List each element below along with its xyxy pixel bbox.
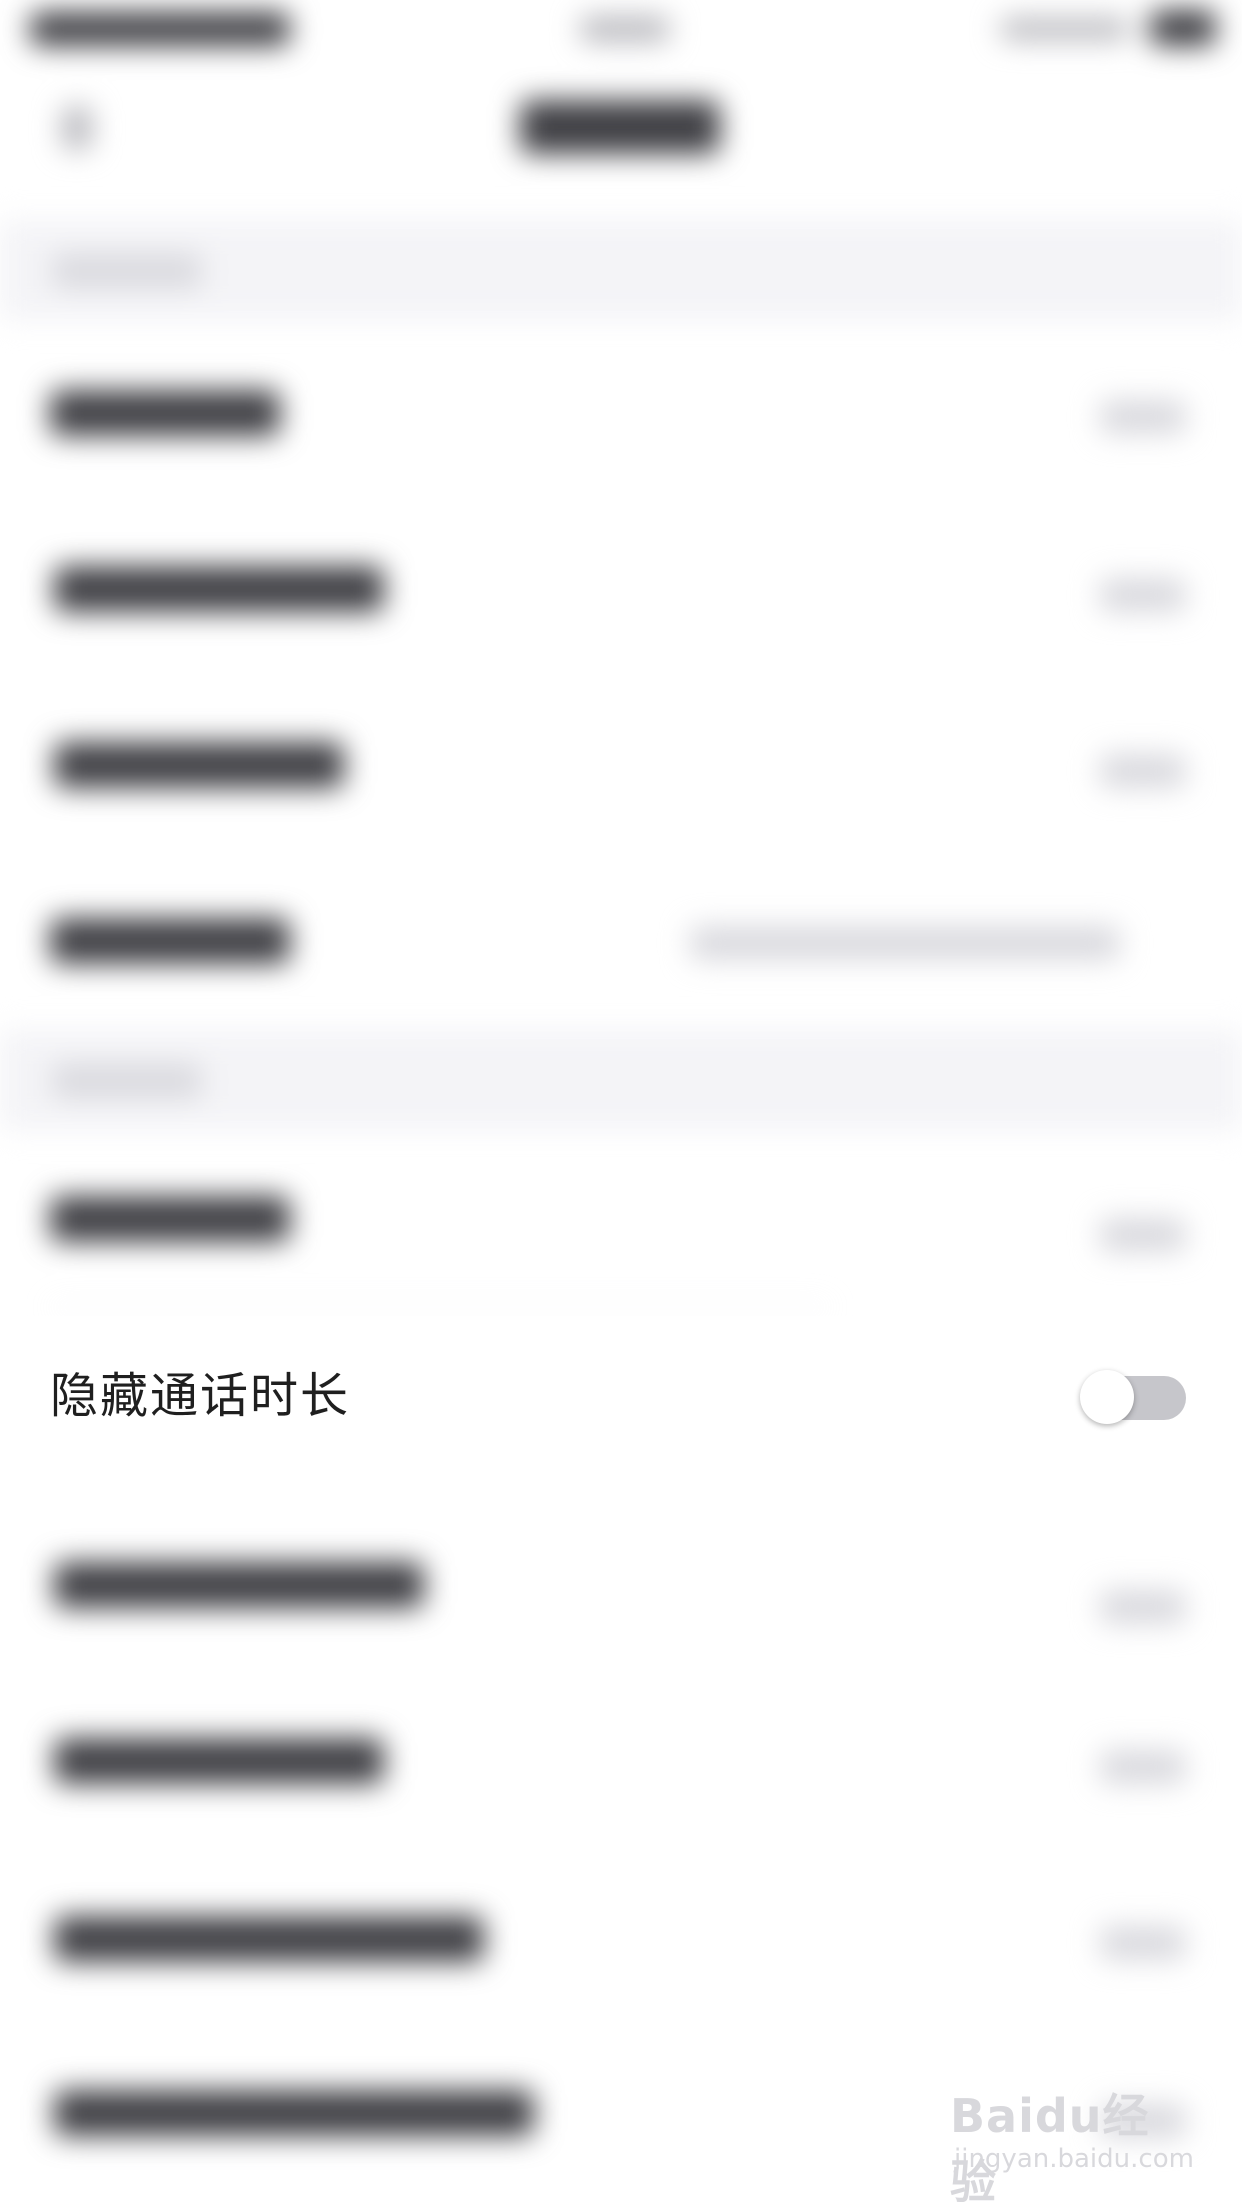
row-7-label-blur — [54, 1738, 384, 1784]
hide-call-duration-row[interactable]: 隐藏通话时长 — [0, 1316, 1242, 1480]
battery-icon-blur — [1150, 10, 1216, 46]
status-bar-center-blur — [580, 16, 670, 42]
row-5-toggle-blur — [1100, 1218, 1186, 1252]
row-7-toggle-blur — [1100, 1750, 1186, 1784]
status-bar-left-blur — [30, 12, 290, 46]
row-6-toggle-blur — [1100, 1590, 1186, 1624]
row-2-label-blur — [54, 566, 384, 612]
row-2-toggle-blur — [1100, 578, 1186, 612]
row-1-toggle-blur — [1100, 400, 1186, 434]
row-5-divider-blur — [50, 1306, 830, 1308]
page-title-blur — [520, 100, 720, 154]
row-1-label-blur — [50, 390, 280, 436]
row-3-toggle-blur — [1100, 754, 1186, 788]
baidu-jingyan-watermark: Baidu经验 jingyan.baidu.com — [950, 2070, 1194, 2209]
row-4-value-blur — [690, 926, 1120, 960]
row-4-label-blur — [50, 918, 290, 964]
section-header-1-text-blur — [52, 254, 202, 288]
hide-call-duration-label: 隐藏通话时长 — [50, 1368, 351, 1424]
toggle-knob — [1080, 1370, 1134, 1424]
row-6-label-blur — [54, 1562, 424, 1608]
status-bar-right-blur — [1000, 18, 1130, 40]
watermark-url: jingyan.baidu.com — [954, 2144, 1194, 2174]
row-8-label-blur — [54, 1916, 484, 1962]
back-arrow-icon-blur — [62, 106, 92, 150]
row-9-label-blur — [54, 2090, 534, 2136]
blurred-background — [0, 0, 1242, 2208]
row-5-label-blur — [50, 1196, 290, 1242]
hide-call-duration-toggle[interactable] — [1080, 1370, 1186, 1424]
row-8-toggle-blur — [1100, 1926, 1186, 1960]
row-3-label-blur — [54, 742, 344, 788]
section-header-2-text-blur — [52, 1064, 202, 1098]
